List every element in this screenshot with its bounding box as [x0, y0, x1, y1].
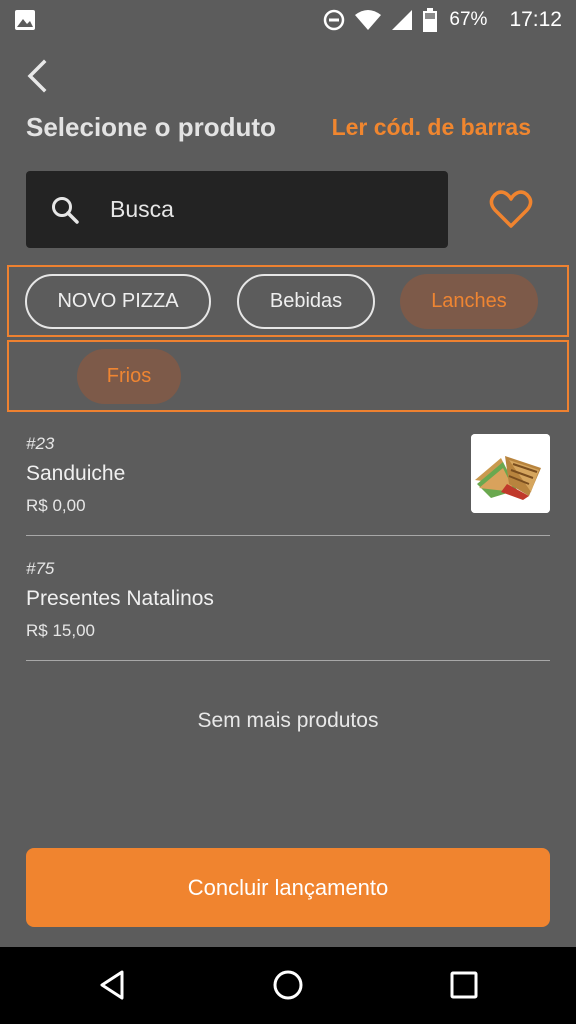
product-image: [471, 434, 550, 513]
product-list-item[interactable]: #75 Presentes Natalinos R$ 15,00: [26, 559, 550, 641]
subcategory-chip-selected[interactable]: Frios: [77, 349, 181, 404]
category-chip-label: Bebidas: [269, 290, 343, 312]
barcode-scan-link[interactable]: Ler cód. de barras: [332, 114, 531, 141]
product-code: #75: [26, 559, 55, 578]
subcategory-chip-label: Frios: [106, 365, 152, 387]
sandwich-image: [471, 434, 550, 513]
battery-percentage: 67%: [449, 9, 488, 30]
search-icon: [52, 196, 79, 224]
subcategory-filter-row: Frios: [7, 340, 569, 412]
home-circle-icon[interactable]: [270, 967, 306, 1003]
search-box[interactable]: [26, 171, 448, 248]
signal-icon: [392, 10, 413, 30]
category-chip-label: Lanches: [431, 290, 507, 312]
search-input[interactable]: [110, 196, 410, 223]
product-price: R$ 15,00: [26, 621, 95, 640]
category-chip[interactable]: NOVO PIZZA: [25, 274, 211, 329]
system-nav-bar: [0, 947, 576, 1024]
recents-square-icon[interactable]: [446, 967, 482, 1003]
finish-entry-button[interactable]: Concluir lançamento: [26, 848, 550, 927]
status-bar: 67% 17:12: [0, 0, 576, 40]
category-chip-label: NOVO PIZZA: [57, 290, 179, 312]
do-not-disturb-icon: [324, 9, 345, 31]
wifi-icon: [355, 10, 382, 30]
clock: 17:12: [509, 8, 562, 31]
product-name: Presentes Natalinos: [26, 587, 214, 610]
back-triangle-icon[interactable]: [94, 967, 130, 1003]
chevron-left-icon[interactable]: [22, 58, 52, 94]
category-chip[interactable]: Bebidas: [237, 274, 375, 329]
page-title: Selecione o produto: [26, 112, 276, 142]
category-filter-row: NOVO PIZZA Bebidas Lanches: [7, 265, 569, 337]
battery-icon: [423, 8, 438, 32]
divider: [26, 660, 550, 661]
divider: [26, 535, 550, 536]
category-chip-selected[interactable]: Lanches: [400, 274, 538, 329]
heart-outline-icon[interactable]: [488, 188, 534, 230]
image-icon: [15, 10, 35, 30]
end-of-list-message: Sem mais produtos: [197, 709, 379, 732]
